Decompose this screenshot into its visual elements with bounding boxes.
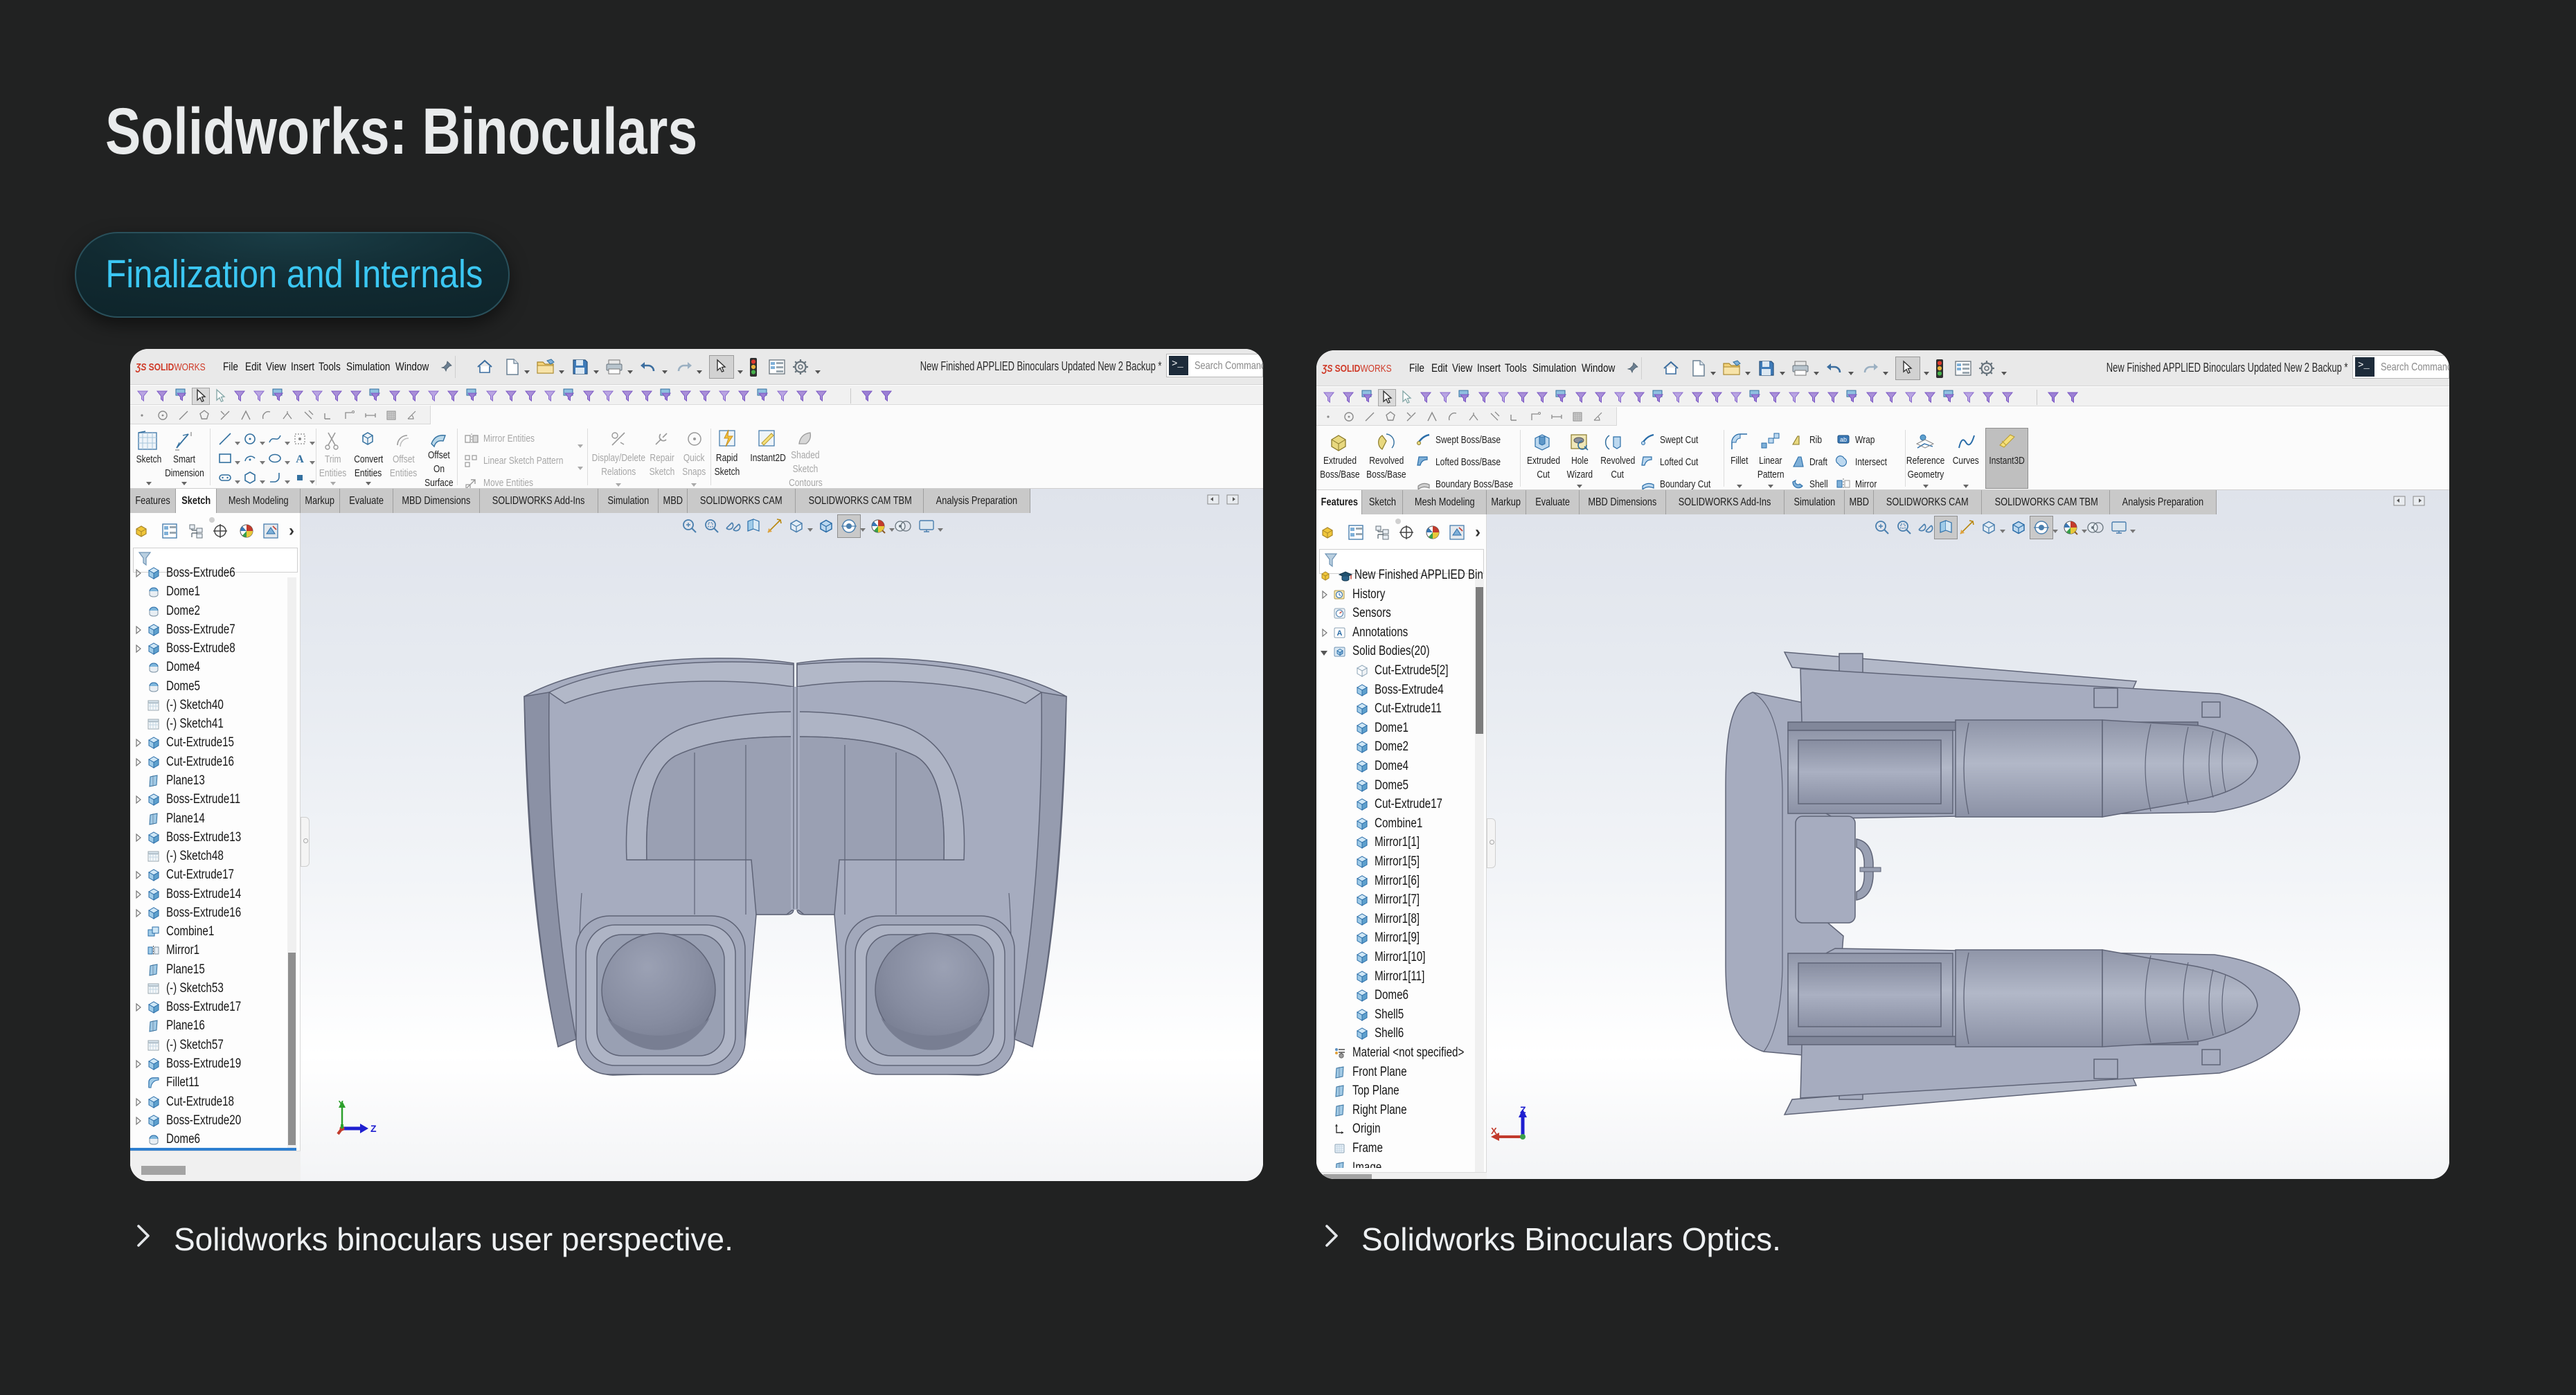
svg-text:X: X bbox=[1491, 1126, 1497, 1136]
svg-text:Y: Y bbox=[338, 1101, 344, 1108]
svg-text:ab: ab bbox=[1840, 436, 1847, 443]
svg-text:Z: Z bbox=[370, 1123, 377, 1134]
svg-text:Z: Z bbox=[1520, 1106, 1526, 1115]
svg-text:A: A bbox=[1337, 629, 1343, 638]
